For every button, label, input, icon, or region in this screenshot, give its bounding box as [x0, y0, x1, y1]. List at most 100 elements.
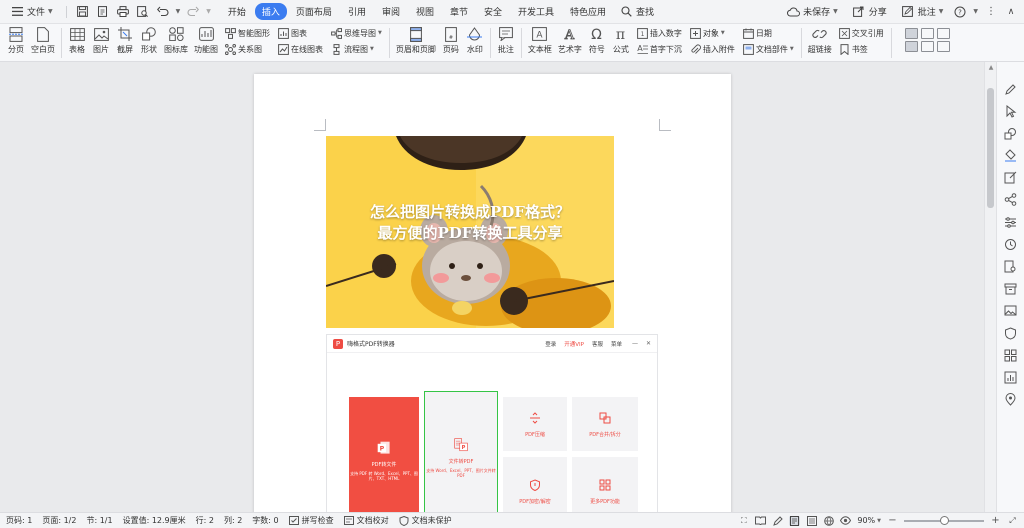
zoom-slider[interactable]: [904, 515, 984, 525]
insert-comment-button[interactable]: 批注: [494, 26, 518, 55]
redo-icon[interactable]: [186, 5, 200, 19]
symbol-button[interactable]: Ω 符号: [585, 26, 609, 55]
insert-attachment-button[interactable]: 插入附件: [690, 42, 735, 56]
vertical-scrollbar[interactable]: ▲: [984, 62, 996, 512]
picture-button[interactable]: 图片: [89, 26, 113, 55]
save-icon[interactable]: [76, 5, 90, 19]
chevron-down-icon[interactable]: ▼: [176, 8, 181, 15]
fill-icon[interactable]: [1004, 149, 1018, 163]
fullscreen-icon[interactable]: ⛶: [738, 516, 749, 526]
insert-number-button[interactable]: 1 插入数字: [636, 26, 682, 40]
header-footer-button[interactable]: 页眉和页脚: [393, 26, 439, 55]
table-button[interactable]: 表格: [65, 26, 89, 55]
tab-home[interactable]: 开始: [221, 3, 253, 20]
settings-sliders-icon[interactable]: [1004, 215, 1018, 229]
icon-library-button[interactable]: 图标库: [161, 26, 191, 55]
search-button[interactable]: 查找: [615, 3, 658, 21]
share-button[interactable]: 分享: [848, 3, 891, 21]
collapse-ribbon-icon[interactable]: ∧: [1004, 5, 1018, 19]
view-toggle-2[interactable]: [920, 28, 934, 39]
zoom-slider-knob[interactable]: [939, 515, 949, 525]
document-workspace[interactable]: 怎么把图片转换成PDF格式？ 最方便的PDF转换工具分享 P 嗨格式PDF转换器…: [0, 62, 984, 512]
relation-chart-button[interactable]: 关系图: [225, 42, 270, 56]
drop-cap-button[interactable]: A 首字下沉: [637, 42, 682, 56]
shapes-button[interactable]: 形状: [137, 26, 161, 55]
zoom-level[interactable]: 90% ▼: [857, 516, 881, 525]
file-menu-button[interactable]: 文件 ▼: [6, 3, 57, 21]
blank-page-button[interactable]: 空白页: [28, 26, 58, 55]
pen-icon[interactable]: [1004, 82, 1018, 96]
date-button[interactable]: 日期: [742, 26, 794, 40]
scrollbar-thumb[interactable]: [987, 88, 994, 208]
tab-insert[interactable]: 插入: [254, 3, 287, 20]
document-page[interactable]: 怎么把图片转换成PDF格式？ 最方便的PDF转换工具分享 P 嗨格式PDF转换器…: [254, 74, 731, 512]
tab-view[interactable]: 视图: [409, 3, 441, 20]
watermark-button[interactable]: 水印: [463, 26, 487, 55]
document-search-icon[interactable]: [1004, 260, 1018, 274]
view-toggle-6[interactable]: [936, 41, 950, 52]
chevron-down-icon[interactable]: ▼: [973, 8, 978, 15]
web-view-icon[interactable]: [823, 515, 834, 526]
tab-review[interactable]: 审阅: [375, 3, 407, 20]
flow-chart-button[interactable]: 流程图 ▼: [331, 42, 382, 56]
stats-icon[interactable]: [1004, 370, 1018, 384]
archive-icon[interactable]: [1004, 282, 1018, 296]
view-toggle-1[interactable]: [904, 28, 918, 39]
online-chart-button[interactable]: 在线图表: [278, 42, 323, 56]
smart-art-button[interactable]: 智能图形: [225, 26, 270, 40]
shapes-icon[interactable]: [1004, 126, 1018, 140]
word-art-button[interactable]: A 艺术字: [555, 26, 585, 55]
cross-ref-button[interactable]: 交叉引用: [838, 26, 884, 40]
chart-button[interactable]: 图表: [278, 26, 323, 40]
history-icon[interactable]: [1004, 237, 1018, 251]
tab-security[interactable]: 安全: [477, 3, 509, 20]
tab-section[interactable]: 章节: [443, 3, 475, 20]
outline-view-icon[interactable]: [806, 515, 817, 526]
tab-references[interactable]: 引用: [341, 3, 373, 20]
edit-icon[interactable]: [1004, 171, 1018, 185]
page-view-icon[interactable]: [789, 515, 801, 526]
zoom-in-icon[interactable]: +: [990, 515, 1001, 526]
tab-page-layout[interactable]: 页面布局: [289, 3, 339, 20]
function-chart-button[interactable]: 功能图: [191, 26, 221, 55]
bookmark-button[interactable]: 书签: [839, 42, 884, 56]
writing-mode-icon[interactable]: [772, 515, 783, 526]
export-pdf-icon[interactable]: [96, 5, 110, 19]
text-box-button[interactable]: A 文本框: [525, 26, 555, 55]
fit-page-icon[interactable]: ⤢: [1007, 516, 1018, 526]
doc-parts-button[interactable]: 文档部件 ▼: [742, 42, 794, 56]
doc-proof-button[interactable]: 文档校对: [344, 515, 389, 526]
object-button[interactable]: 对象 ▼: [689, 26, 735, 40]
view-toggle-3[interactable]: [936, 28, 950, 39]
chevron-down-icon[interactable]: ▼: [206, 8, 211, 15]
eye-protect-icon[interactable]: [840, 516, 852, 526]
share-icon[interactable]: [1004, 193, 1018, 207]
status-page-code[interactable]: 页码: 1: [6, 515, 32, 526]
formula-button[interactable]: π 公式: [609, 26, 633, 55]
apps-grid-icon[interactable]: [1004, 348, 1018, 362]
tab-developer[interactable]: 开发工具: [511, 3, 561, 20]
mind-map-button[interactable]: 思维导图 ▼: [331, 26, 382, 40]
reading-mode-icon[interactable]: [755, 516, 767, 526]
app-screenshot-image[interactable]: P 嗨格式PDF转换器 登录 开通VIP 客服 菜单 — ✕ P PDF转文件: [326, 334, 658, 512]
status-pages[interactable]: 页面: 1/2: [42, 515, 76, 526]
protect-icon[interactable]: [1004, 326, 1018, 340]
hyperlink-button[interactable]: 超链接: [805, 26, 835, 55]
page-break-button[interactable]: 分页: [4, 26, 28, 55]
more-icon[interactable]: ⋮: [984, 5, 998, 19]
cloud-save-status[interactable]: 未保存 ▼: [782, 3, 842, 21]
page-number-button[interactable]: # 页码: [439, 26, 463, 55]
screenshot-button[interactable]: 截屏: [113, 26, 137, 55]
cursor-icon[interactable]: [1004, 104, 1018, 118]
hero-image[interactable]: 怎么把图片转换成PDF格式？ 最方便的PDF转换工具分享: [326, 136, 614, 328]
print-preview-icon[interactable]: [136, 5, 150, 19]
help-icon[interactable]: ?: [953, 5, 967, 19]
doc-protect-button[interactable]: 文档未保护: [399, 515, 452, 526]
status-word-count[interactable]: 字数: 0: [252, 515, 278, 526]
tab-special-apps[interactable]: 特色应用: [563, 3, 613, 20]
undo-icon[interactable]: [156, 5, 170, 19]
print-icon[interactable]: [116, 5, 130, 19]
view-toggle-4[interactable]: [904, 41, 918, 52]
location-icon[interactable]: [1004, 393, 1018, 407]
view-toggle-5[interactable]: [920, 41, 934, 52]
